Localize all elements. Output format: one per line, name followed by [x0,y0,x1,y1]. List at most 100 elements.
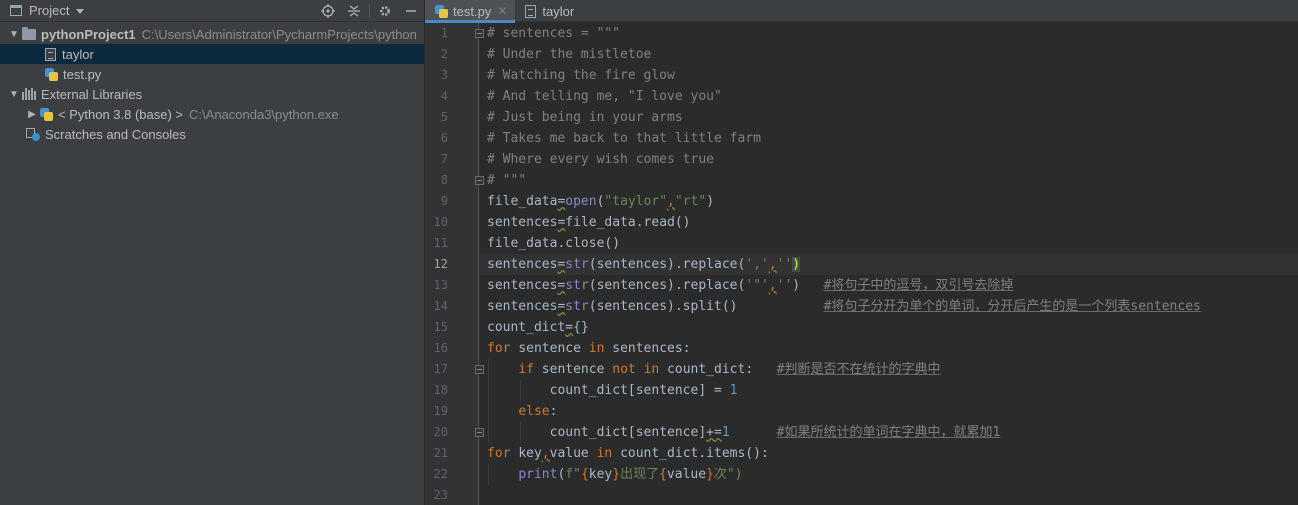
code-token: in [596,446,613,461]
tree-item-label: Scratches and Consoles [45,126,186,142]
code-token: f [565,467,574,482]
code-line: for sentence in sentences: [480,338,1298,359]
code-line: # """ [480,170,1298,191]
tree-item-label: pythonProject1 [41,26,136,42]
code-line: # And telling me, "I love you" [480,86,1298,107]
line-number: 15 [433,320,448,334]
code-line: count_dict={} [480,317,1298,338]
code-comment: #将句子分开为单个的单词，分开后产生的是一个列表sentences [823,299,1201,314]
code-line: count_dict[sentence] = 1 [480,380,1298,401]
code-token: { [580,467,589,482]
project-view-selector[interactable]: Project [29,3,69,18]
tree-item-taylor[interactable]: taylor [0,44,424,64]
project-toolbar [315,0,424,22]
tree-item-python-sdk[interactable]: ▶ < Python 3.8 (base) > C:\Anaconda3\pyt… [0,104,424,124]
code-token: key [588,467,613,482]
code-token: '"' [745,278,769,293]
tab-taylor[interactable]: taylor [515,0,582,22]
code-token: "rt" [674,194,707,209]
python-sdk-icon [40,107,53,121]
code-line: sentences=file_data.read() [480,212,1298,233]
locate-file-icon[interactable] [315,0,341,22]
code-comment: # And telling me, "I love you" [487,89,722,104]
code-token: str [565,299,589,314]
code-comment: # sentences = """ [487,26,621,41]
tree-item-test-py[interactable]: test.py [0,64,424,84]
code-token: sentences [487,257,558,272]
code-line: file_data.close() [480,233,1298,254]
code-token: 次 [713,467,727,482]
code-token: ) [792,278,801,293]
code-token: (sentences) [588,278,675,293]
code-token: value [549,446,589,461]
tree-item-label: test.py [63,66,102,82]
code-lines[interactable]: # sentences = """ # Under the mistletoe … [480,23,1298,505]
code-token: not [612,362,636,377]
tree-item-label: External Libraries [41,86,143,102]
code-token: , [768,278,777,293]
code-comment: # Just being in your arms [487,110,683,125]
code-comment: #将句子中的逗号，双引号去除掉 [823,278,1014,293]
code-token: ',' [745,257,769,272]
line-number: 13 [433,278,448,292]
code-token: for [487,341,511,356]
line-number: 22 [433,467,448,481]
code-token: (sentences) [588,299,675,314]
code-token: count_dict[sentence] [549,383,707,398]
code-line: else: [480,401,1298,422]
code-editor[interactable]: 1 2 3 4 5 6 7 8 9 10 11 12 13 14 15 16 1… [425,23,1298,505]
code-line: print(f"{key}出现了{value}次") [480,464,1298,485]
code-line: if sentence not in count_dict: #判断是否不在统计… [480,359,1298,380]
code-token: .replace( [674,278,746,293]
code-token: += [706,425,722,440]
text-file-icon [45,47,56,61]
collapse-all-icon[interactable] [341,0,367,22]
code-token: sentences: [612,341,691,356]
editor-tab-bar: test.py ✕ taylor [425,0,1298,23]
code-token: count_dict.items(): [620,446,769,461]
code-token: } [612,467,621,482]
code-token: {} [573,320,589,335]
code-token: ") [726,467,743,482]
code-token: print [518,467,558,482]
line-number: 19 [433,404,448,418]
project-view-icon [10,5,22,16]
code-line: # Just being in your arms [480,107,1298,128]
code-token: file_data [487,194,558,209]
code-token: open [565,194,597,209]
code-token: 1 [721,425,730,440]
code-line-current: sentences=str(sentences).replace(',','') [480,254,1298,275]
code-token: sentences [487,215,558,230]
code-token: for [487,446,511,461]
project-tool-window: Project ▼ pythonProject1 C:\Users\Admini… [0,0,424,505]
code-token: sentences [487,278,558,293]
code-token: count_dict [487,320,566,335]
chevron-down-icon[interactable] [76,9,85,14]
code-token: ) [706,194,715,209]
tree-item-scratches[interactable]: Scratches and Consoles [0,124,424,144]
chevron-down-icon[interactable]: ▼ [6,89,22,100]
tree-item-label: taylor [62,46,94,62]
line-number: 6 [440,131,448,145]
python-file-icon [45,67,58,81]
code-line: file_data=open("taylor","rt") [480,191,1298,212]
hide-minimize-icon[interactable] [398,0,424,22]
line-number: 9 [440,194,448,208]
gear-icon[interactable] [372,0,398,22]
code-comment: # Takes me back to that little farm [487,131,761,146]
chevron-down-icon[interactable]: ▼ [6,29,22,40]
code-token: '' [776,257,793,272]
chevron-right-icon[interactable]: ▶ [24,109,40,120]
close-icon[interactable]: ✕ [497,4,507,18]
tree-item-external-libraries[interactable]: ▼ External Libraries [0,84,424,104]
tree-item-project-root[interactable]: ▼ pythonProject1 C:\Users\Administrator\… [0,24,424,44]
line-number: 10 [433,215,448,229]
tree-item-path: C:\Anaconda3\python.exe [189,106,339,122]
code-token: if [518,362,534,377]
code-token: else [518,404,550,419]
code-line: # sentences = """ [480,23,1298,44]
tab-test-py[interactable]: test.py ✕ [425,0,516,23]
editor-area: test.py ✕ taylor 1 2 3 4 5 6 7 8 9 10 11… [425,0,1298,505]
code-token: .split() [674,299,738,314]
